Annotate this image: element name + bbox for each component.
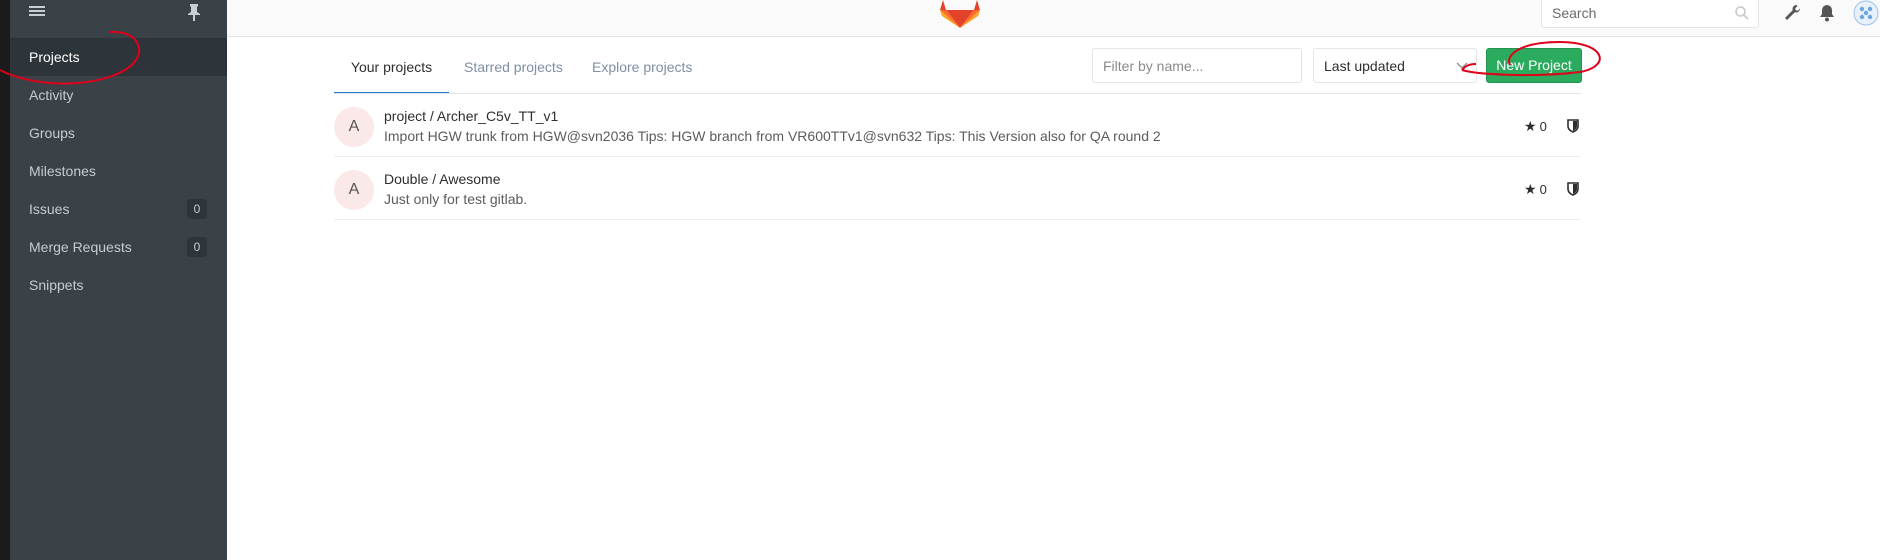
project-row: A Double / Awesome Just only for test gi…	[334, 158, 1581, 220]
chevron-down-icon	[1456, 62, 1468, 70]
sidebar-nav: Projects Activity Groups Milestones Issu…	[10, 38, 227, 304]
shield-icon	[1567, 182, 1579, 196]
bell-icon[interactable]	[1817, 3, 1837, 23]
sidebar-item-label: Merge Requests	[29, 239, 132, 255]
annotation-overlay	[0, 30, 1601, 85]
sidebar-top	[10, 0, 227, 28]
project-description: Just only for test gitlab.	[384, 191, 528, 207]
sidebar-item-label: Milestones	[29, 163, 96, 179]
sidebar-item-label: Groups	[29, 125, 75, 141]
star-count: 0	[1539, 182, 1547, 197]
project-title[interactable]: Double / Awesome	[384, 171, 500, 187]
project-avatar[interactable]: A	[334, 170, 374, 210]
window-edge	[0, 0, 10, 560]
sort-dropdown[interactable]: Last updated	[1313, 48, 1477, 83]
sidebar-item-label: Snippets	[29, 277, 84, 293]
project-avatar[interactable]: A	[334, 107, 374, 147]
sidebar-item-activity[interactable]: Activity	[10, 76, 227, 114]
sidebar: Projects Activity Groups Milestones Issu…	[10, 0, 227, 560]
sidebar-item-groups[interactable]: Groups	[10, 114, 227, 152]
sidebar-item-snippets[interactable]: Snippets	[10, 266, 227, 304]
project-description: Import HGW trunk from HGW@svn2036 Tips: …	[384, 128, 1161, 144]
project-star-count: ★ 0	[1524, 181, 1547, 198]
page: Projects Activity Groups Milestones Issu…	[0, 0, 1880, 560]
tab-label: Explore projects	[592, 59, 693, 75]
merge-requests-count-badge: 0	[187, 237, 207, 257]
star-icon: ★	[1524, 118, 1537, 134]
search-input[interactable]: Search	[1541, 0, 1759, 28]
hamburger-icon[interactable]	[29, 4, 45, 20]
shield-icon	[1567, 119, 1579, 133]
project-row: A project / Archer_C5v_TT_v1 Import HGW …	[334, 95, 1581, 157]
issues-count-badge: 0	[187, 199, 207, 219]
tab-explore-projects[interactable]: Explore projects	[592, 48, 692, 94]
tab-starred-projects[interactable]: Starred projects	[464, 48, 563, 94]
sidebar-item-label: Projects	[29, 49, 80, 65]
project-star-count: ★ 0	[1524, 118, 1547, 135]
filter-by-name-input[interactable]: Filter by name...	[1092, 48, 1302, 83]
tab-your-projects[interactable]: Your projects	[334, 48, 449, 94]
gitlab-logo[interactable]	[940, 0, 980, 28]
sidebar-item-label: Issues	[29, 201, 70, 217]
sidebar-item-merge-requests[interactable]: Merge Requests 0	[10, 228, 227, 266]
tab-label: Your projects	[350, 59, 433, 75]
sidebar-item-label: Activity	[29, 87, 74, 103]
search-icon	[1735, 6, 1749, 20]
sort-selected-label: Last updated	[1324, 58, 1405, 74]
user-avatar-icon[interactable]	[1853, 0, 1879, 26]
sidebar-item-projects[interactable]: Projects	[10, 38, 227, 76]
new-project-button[interactable]: New Project	[1486, 48, 1582, 83]
sidebar-item-issues[interactable]: Issues 0	[10, 190, 227, 228]
pin-icon[interactable]	[186, 3, 202, 21]
search-placeholder: Search	[1552, 5, 1597, 21]
wrench-icon[interactable]	[1782, 3, 1802, 23]
project-title[interactable]: project / Archer_C5v_TT_v1	[384, 108, 558, 124]
tab-label: Starred projects	[464, 59, 563, 75]
sidebar-item-milestones[interactable]: Milestones	[10, 152, 227, 190]
top-header: Search	[227, 0, 1880, 37]
filter-placeholder: Filter by name...	[1103, 58, 1204, 74]
new-project-label: New Project	[1496, 57, 1572, 73]
tabs-divider	[334, 93, 1581, 94]
star-icon: ★	[1524, 181, 1537, 197]
star-count: 0	[1539, 119, 1547, 134]
